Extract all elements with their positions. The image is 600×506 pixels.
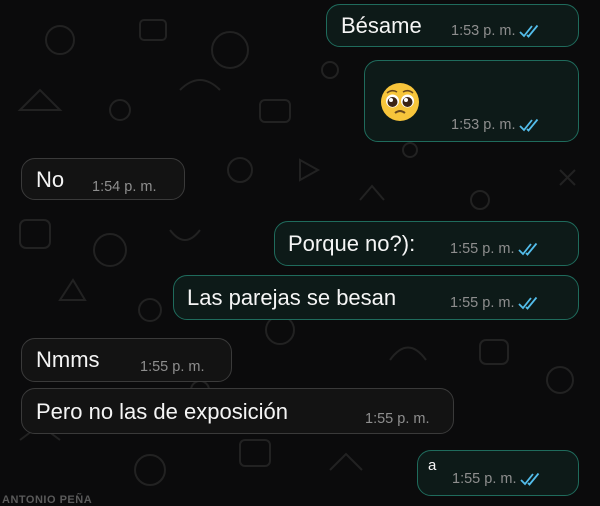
message-text: Bésame: [341, 13, 422, 38]
message-time: 1:54 p. m.: [92, 179, 157, 195]
message-text: Nmms: [36, 347, 100, 372]
message-bubble-outgoing[interactable]: a 1:55 p. m.: [417, 450, 579, 496]
message-meta: 1:54 p. m.: [92, 179, 156, 195]
read-double-check-icon: [519, 118, 539, 132]
message-time: 1:53 p. m.: [451, 23, 516, 39]
message-meta: 1:55 p. m.: [450, 241, 540, 257]
message-time: 1:55 p. m.: [365, 411, 430, 427]
message-time: 1:55 p. m.: [452, 471, 517, 487]
message-bubble-outgoing[interactable]: 1:53 p. m.: [364, 60, 579, 142]
read-double-check-icon: [518, 242, 538, 256]
message-time: 1:55 p. m.: [140, 359, 205, 375]
message-time: 1:53 p. m.: [451, 117, 516, 133]
read-double-check-icon: [518, 296, 538, 310]
pleading-face-emoji-icon: [381, 83, 419, 121]
message-bubble-incoming[interactable]: Pero no las de exposición 1:55 p. m.: [21, 388, 454, 434]
message-text: Pero no las de exposición: [36, 399, 288, 424]
message-meta: 1:55 p. m.: [140, 359, 204, 375]
message-bubble-outgoing[interactable]: Porque no?): 1:55 p. m.: [274, 221, 579, 266]
message-meta: 1:53 p. m.: [451, 23, 541, 39]
message-bubble-incoming[interactable]: Nmms 1:55 p. m.: [21, 338, 232, 382]
message-text: Porque no?):: [288, 231, 416, 256]
message-meta: 1:55 p. m.: [450, 295, 540, 311]
message-text: No: [36, 167, 65, 192]
read-double-check-icon: [520, 472, 540, 486]
message-text: a: [428, 457, 437, 474]
message-meta: 1:53 p. m.: [451, 117, 541, 133]
message-meta: 1:55 p. m.: [452, 471, 542, 487]
message-bubble-outgoing[interactable]: Bésame 1:53 p. m.: [326, 4, 579, 47]
message-time: 1:55 p. m.: [450, 241, 515, 257]
message-time: 1:55 p. m.: [450, 295, 515, 311]
read-double-check-icon: [519, 24, 539, 38]
message-meta: 1:55 p. m.: [365, 411, 429, 427]
watermark: ANTONIO PEÑA: [2, 494, 93, 506]
message-bubble-incoming[interactable]: No 1:54 p. m.: [21, 158, 185, 200]
message-bubble-outgoing[interactable]: Las parejas se besan 1:55 p. m.: [173, 275, 579, 320]
message-text: Las parejas se besan: [187, 285, 397, 310]
